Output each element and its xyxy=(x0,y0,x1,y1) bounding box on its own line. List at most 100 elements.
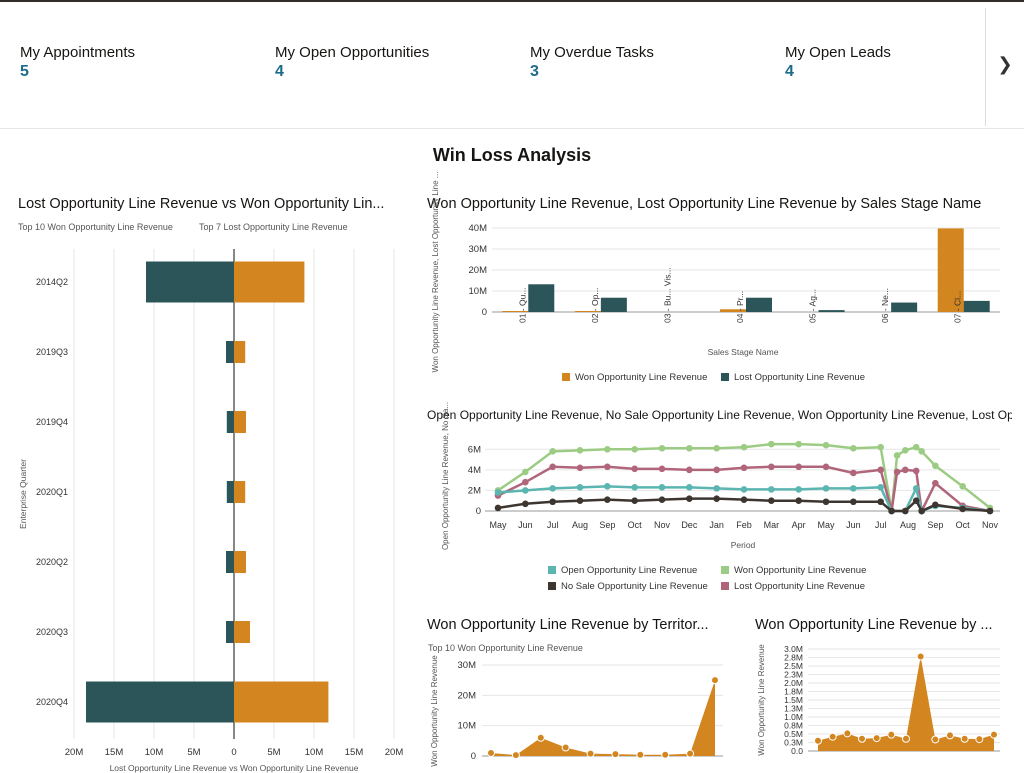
chart3-point[interactable] xyxy=(850,485,857,492)
chart3-point[interactable] xyxy=(822,485,830,492)
chart5-point[interactable] xyxy=(931,735,940,744)
chart3-point[interactable] xyxy=(713,485,720,492)
chart4-point[interactable] xyxy=(711,676,719,685)
chart3-point[interactable] xyxy=(932,479,939,487)
chart3-point[interactable] xyxy=(918,507,925,515)
chart1-bar-won[interactable] xyxy=(234,481,246,503)
kpi-value[interactable]: 5 xyxy=(20,63,135,81)
chart3-point[interactable] xyxy=(686,444,693,452)
chart1-bar-lost[interactable] xyxy=(226,621,234,643)
chart5-point[interactable] xyxy=(858,734,866,743)
chart3-point[interactable] xyxy=(877,443,884,451)
chart4-area[interactable] xyxy=(491,680,715,756)
chart3-point[interactable] xyxy=(912,467,920,475)
chart3-point[interactable] xyxy=(850,469,857,477)
kpi-open-opportunities[interactable]: My Open Opportunities 4 xyxy=(275,44,429,81)
chart3-point[interactable] xyxy=(549,498,556,506)
chart3-point[interactable] xyxy=(522,478,529,486)
chart1-bar-lost[interactable] xyxy=(226,551,234,573)
chart4-point[interactable] xyxy=(536,733,545,742)
chart3-point[interactable] xyxy=(822,441,830,449)
chart4-point[interactable] xyxy=(686,749,695,758)
chart3-point[interactable] xyxy=(576,497,584,505)
chart3-point[interactable] xyxy=(959,483,966,490)
chart3-point[interactable] xyxy=(604,445,611,453)
chart2-bar-lost[interactable] xyxy=(891,302,918,312)
kpi-overdue-tasks[interactable]: My Overdue Tasks 3 xyxy=(530,44,654,81)
chart3-point[interactable] xyxy=(901,507,909,515)
chart3-point[interactable] xyxy=(522,500,529,508)
chart3-point[interactable] xyxy=(768,486,775,493)
chart3-point[interactable] xyxy=(822,498,830,506)
chart2-bar-lost[interactable] xyxy=(600,297,627,312)
chart4-point[interactable] xyxy=(586,749,595,758)
chart3-point[interactable] xyxy=(576,464,584,472)
chart3-point[interactable] xyxy=(768,497,775,505)
chart1-bar-won[interactable] xyxy=(234,681,329,723)
chart3-point[interactable] xyxy=(522,468,529,476)
chart1-bar-won[interactable] xyxy=(234,411,246,433)
chart4-point[interactable] xyxy=(511,751,520,760)
chart3-point[interactable] xyxy=(658,465,666,473)
chart3-point[interactable] xyxy=(740,464,748,472)
chart3-point[interactable] xyxy=(795,497,802,505)
chart3-point[interactable] xyxy=(549,448,556,455)
chart3-point[interactable] xyxy=(768,463,775,471)
chart5-point[interactable] xyxy=(814,736,822,745)
chart1-bar-won[interactable] xyxy=(234,551,246,573)
chart3-point[interactable] xyxy=(932,501,939,509)
chart3-point[interactable] xyxy=(795,486,802,493)
chart3-point[interactable] xyxy=(901,447,909,454)
chart5-point[interactable] xyxy=(975,735,984,744)
chart3-point[interactable] xyxy=(686,484,693,491)
chart5-point[interactable] xyxy=(902,734,910,743)
chart3-point[interactable] xyxy=(932,462,939,470)
chart5-point[interactable] xyxy=(887,730,896,739)
chart3-point[interactable] xyxy=(713,495,720,502)
chevron-right-icon[interactable]: ❯ xyxy=(996,52,1014,76)
chart3-point[interactable] xyxy=(522,487,529,494)
chart3-point[interactable] xyxy=(912,485,920,492)
kpi-appointments[interactable]: My Appointments 5 xyxy=(20,44,135,81)
chart1-bar-lost[interactable] xyxy=(226,411,234,433)
chart3-point[interactable] xyxy=(658,484,666,491)
chart3-point[interactable] xyxy=(658,496,666,503)
chart3-point[interactable] xyxy=(631,484,638,491)
chart3-point[interactable] xyxy=(494,504,502,512)
chart5-point[interactable] xyxy=(843,729,852,738)
chart3-point[interactable] xyxy=(576,484,584,491)
chart3-point[interactable] xyxy=(549,463,556,471)
chart4-point[interactable] xyxy=(611,750,620,759)
chart3-point[interactable] xyxy=(576,447,584,454)
chart3-point[interactable] xyxy=(822,463,830,471)
chart3-point[interactable] xyxy=(604,483,611,490)
chart4-point[interactable] xyxy=(636,750,645,759)
chart5-point[interactable] xyxy=(960,734,969,743)
chart1-bar-lost[interactable] xyxy=(146,261,234,303)
chart3-point[interactable] xyxy=(686,466,693,474)
chart5-point[interactable] xyxy=(828,732,837,741)
chart3-point[interactable] xyxy=(795,440,802,448)
chart3-point[interactable] xyxy=(686,495,693,502)
chart3-point[interactable] xyxy=(740,443,748,451)
chart3-point[interactable] xyxy=(918,448,925,455)
chart2-bar-lost[interactable] xyxy=(818,310,845,312)
chart3-point[interactable] xyxy=(850,444,857,452)
chart5-point[interactable] xyxy=(916,652,925,661)
chart3-point[interactable] xyxy=(494,489,502,496)
chart3-point[interactable] xyxy=(631,445,638,453)
chart3-point[interactable] xyxy=(631,497,638,505)
chart3-point[interactable] xyxy=(901,466,909,474)
kpi-value[interactable]: 4 xyxy=(275,63,429,81)
chart5-point[interactable] xyxy=(946,731,954,740)
chart1-bar-won[interactable] xyxy=(234,341,246,363)
chart3-point[interactable] xyxy=(893,452,901,459)
chart3-point[interactable] xyxy=(893,468,901,476)
chart1-bar-lost[interactable] xyxy=(86,681,234,723)
chart1-bar-lost[interactable] xyxy=(226,481,234,503)
chart3-point[interactable] xyxy=(713,444,720,452)
kpi-value[interactable]: 4 xyxy=(785,63,891,81)
chart3-point[interactable] xyxy=(888,507,895,515)
chart3-point[interactable] xyxy=(912,443,920,451)
chart3-point[interactable] xyxy=(912,497,920,505)
